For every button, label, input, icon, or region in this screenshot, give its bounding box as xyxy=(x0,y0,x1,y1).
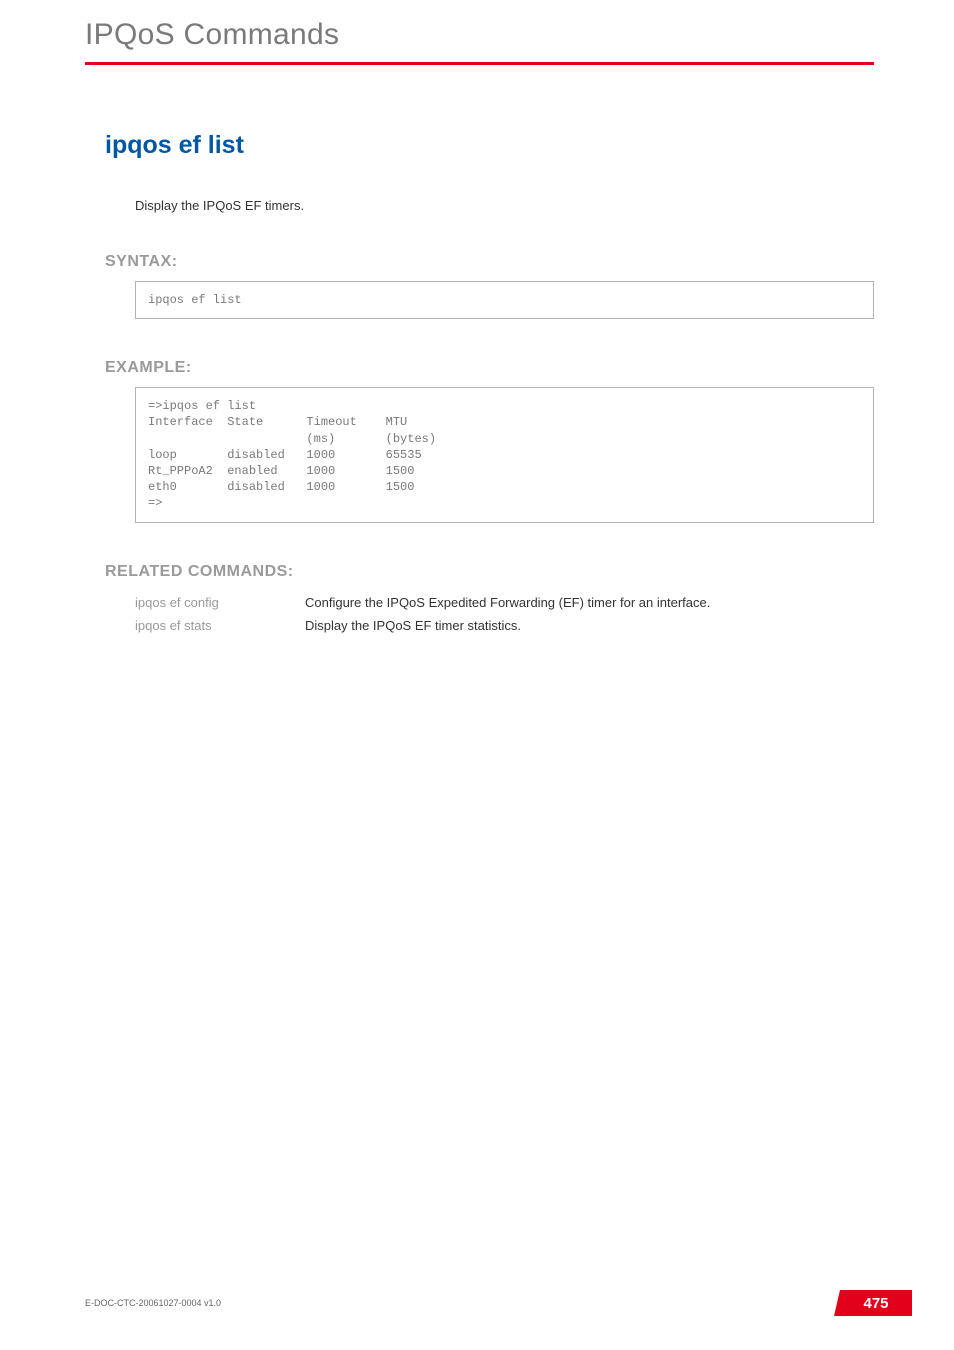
related-commands-table: ipqos ef config Configure the IPQoS Expe… xyxy=(135,591,710,637)
related-command-desc: Display the IPQoS EF timer statistics. xyxy=(305,614,710,637)
related-command-name: ipqos ef config xyxy=(135,591,305,614)
syntax-label: SYNTAX: xyxy=(105,253,874,271)
table-row: ipqos ef stats Display the IPQoS EF time… xyxy=(135,614,710,637)
related-command-name: ipqos ef stats xyxy=(135,614,305,637)
command-title: ipqos ef list xyxy=(105,131,874,160)
chapter-title: IPQoS Commands xyxy=(85,18,874,52)
page-number: 475 xyxy=(863,1295,888,1312)
page-footer: E-DOC-CTC-20061027-0004 v1.0 475 xyxy=(85,1290,912,1316)
related-commands-label: RELATED COMMANDS: xyxy=(105,563,874,581)
page-number-badge: 475 xyxy=(840,1290,912,1316)
example-code: =>ipqos ef list Interface State Timeout … xyxy=(135,387,874,522)
command-description: Display the IPQoS EF timers. xyxy=(135,198,874,213)
doc-id: E-DOC-CTC-20061027-0004 v1.0 xyxy=(85,1298,221,1308)
table-row: ipqos ef config Configure the IPQoS Expe… xyxy=(135,591,710,614)
syntax-code: ipqos ef list xyxy=(135,281,874,319)
related-command-desc: Configure the IPQoS Expedited Forwarding… xyxy=(305,591,710,614)
divider xyxy=(85,62,874,65)
example-label: EXAMPLE: xyxy=(105,359,874,377)
